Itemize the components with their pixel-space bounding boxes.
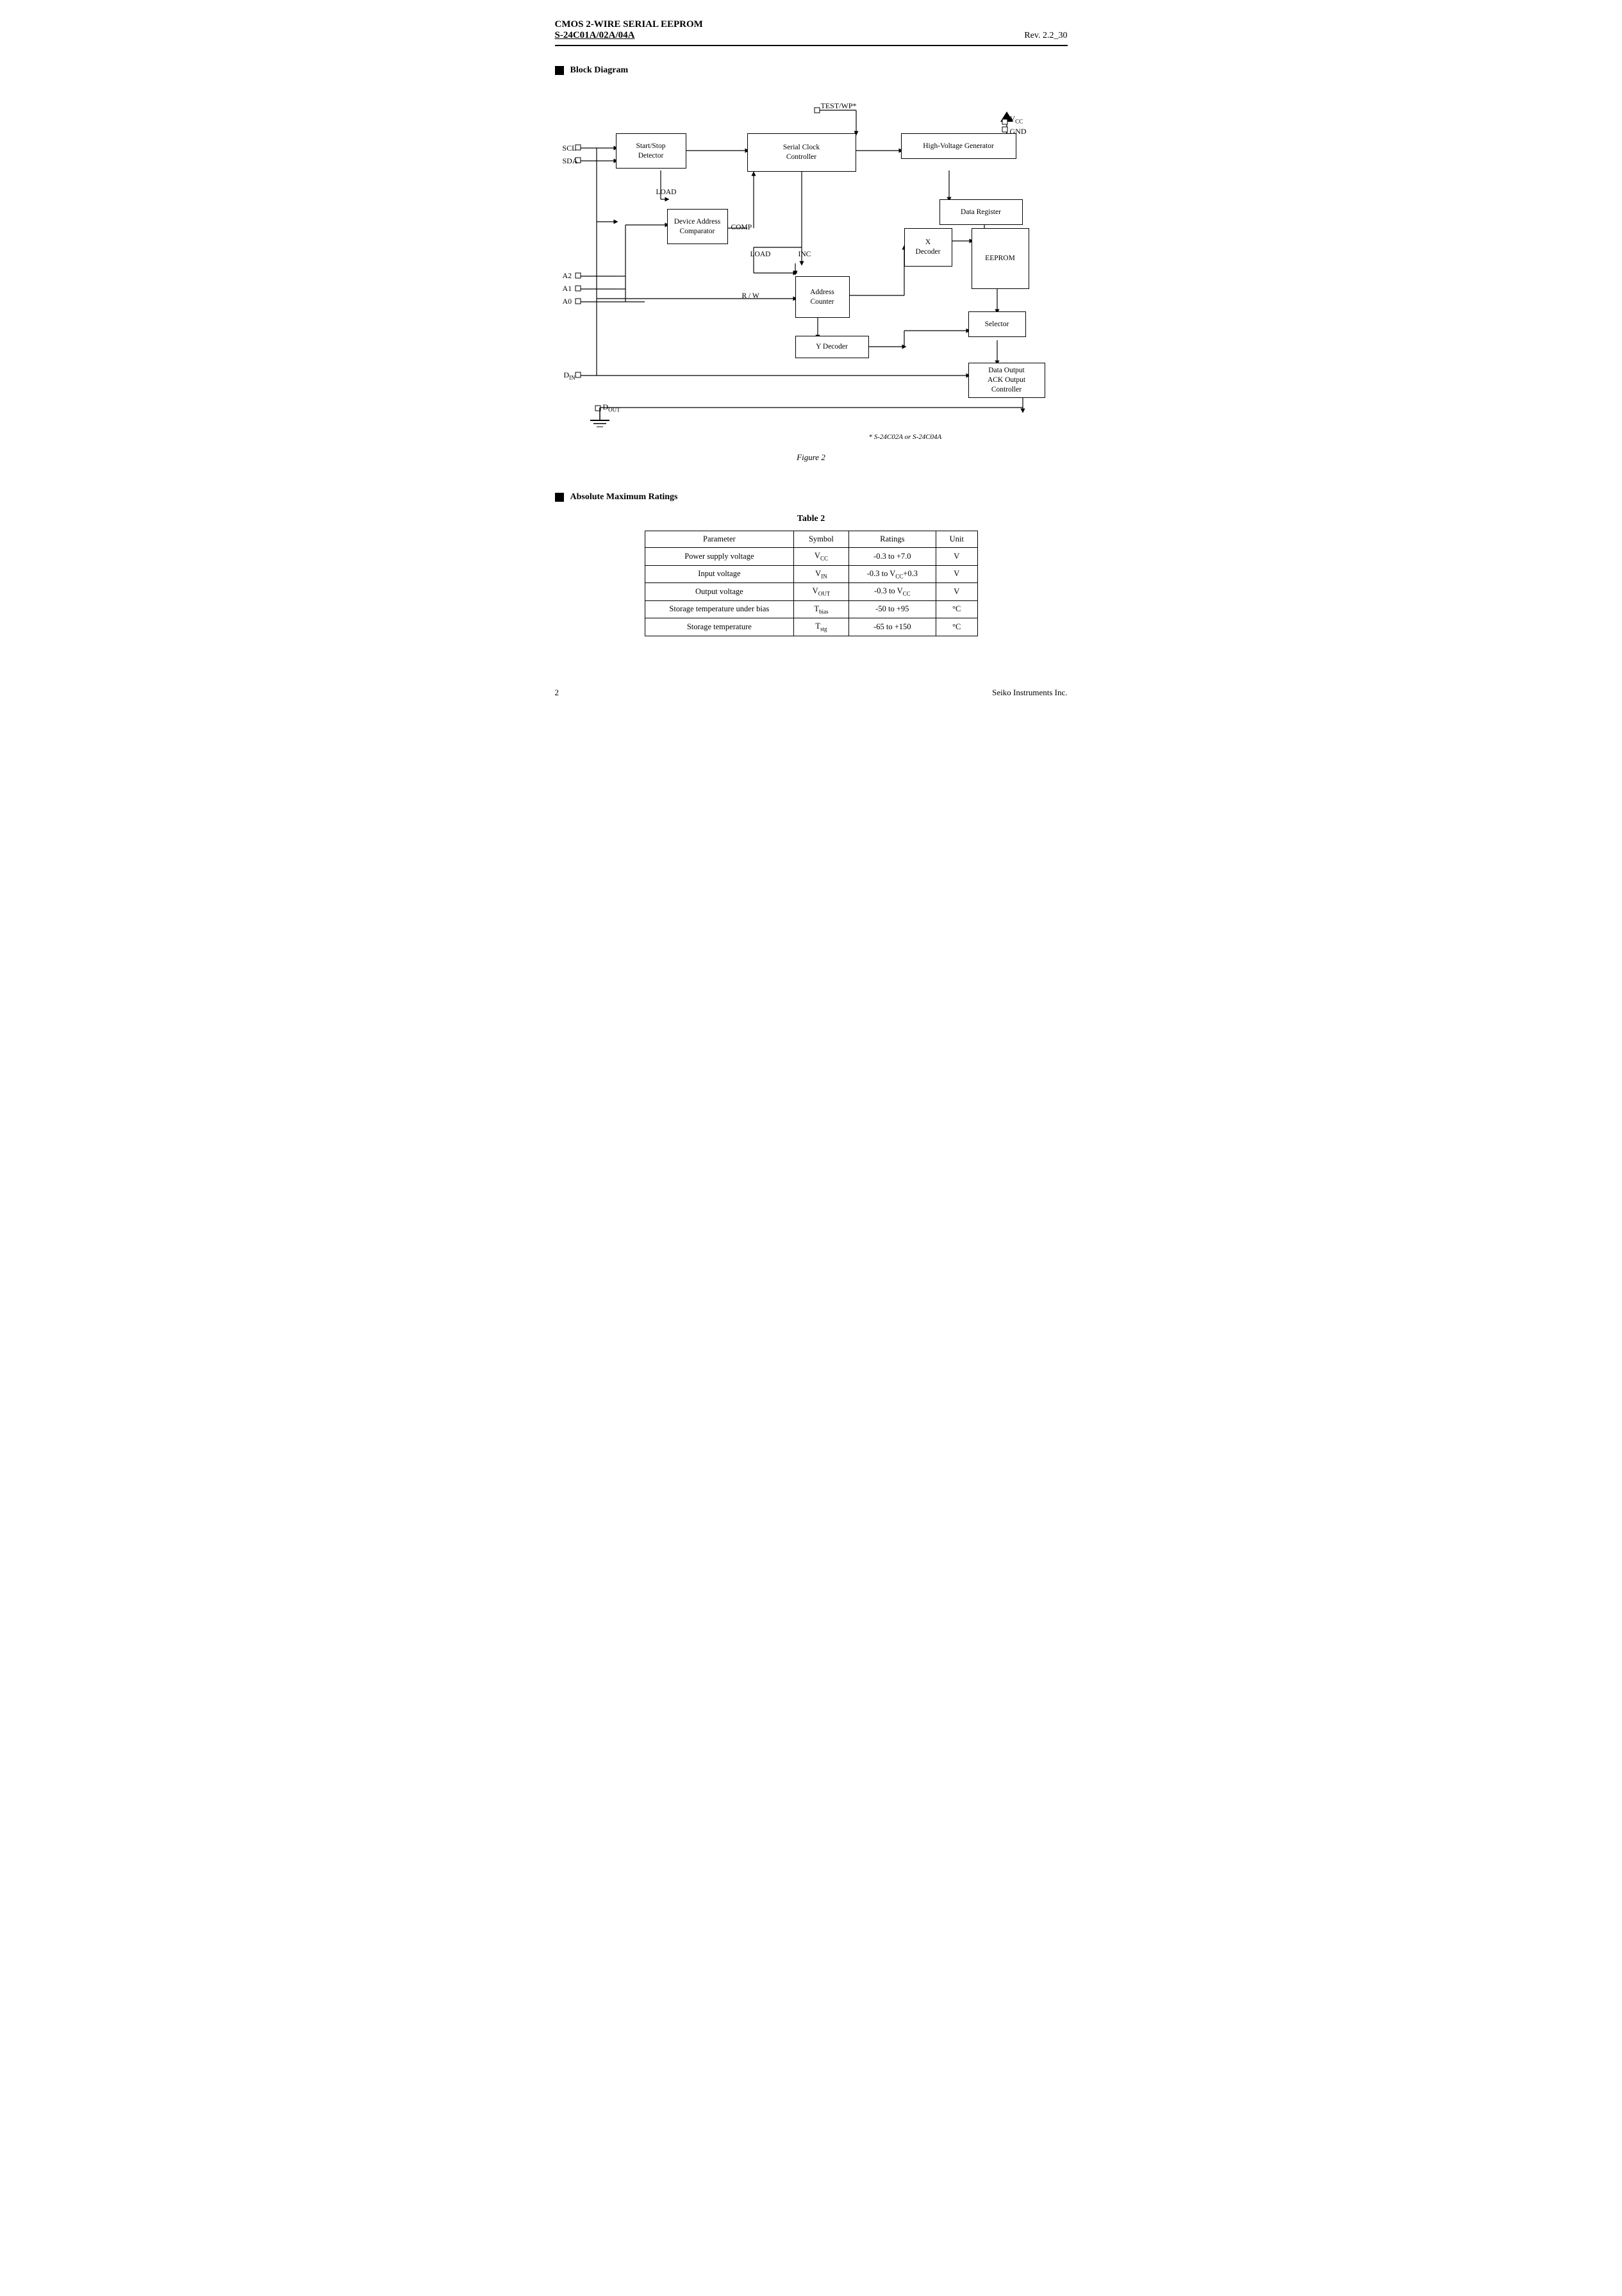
start-stop-box: Start/StopDetector (616, 133, 686, 169)
col-ratings: Ratings (848, 531, 936, 548)
footnote: * S-24C02A or S-24C04A (869, 433, 942, 441)
y-decoder-box: Y Decoder (795, 336, 869, 358)
company-name: Seiko Instruments Inc. (992, 688, 1067, 698)
a1-label: A1 (563, 284, 572, 293)
symbol-5: Tstg (794, 618, 848, 636)
a2-label: A2 (563, 271, 572, 281)
din-label: DIN (564, 370, 575, 381)
ratings-2: -0.3 to VCC+0.3 (848, 565, 936, 583)
scl-label: SCL (563, 144, 577, 153)
a0-label: A0 (563, 297, 572, 306)
inc-label: INC (799, 251, 811, 258)
symbol-3: VOUT (794, 583, 848, 601)
block-diagram: SCL SDA Start/StopDetector Serial ClockC… (561, 87, 1061, 446)
param-1: Power supply voltage (645, 548, 794, 566)
dout-label: DOUT (603, 402, 620, 413)
absolute-max-heading: Absolute Maximum Ratings (555, 492, 1068, 502)
ratings-table: Parameter Symbol Ratings Unit Power supp… (645, 531, 978, 636)
block-diagram-heading: Block Diagram (555, 65, 1068, 76)
param-2: Input voltage (645, 565, 794, 583)
page-footer: 2 Seiko Instruments Inc. (555, 688, 1068, 698)
device-addr-box: Device AddressComparator (667, 209, 728, 244)
document-title: CMOS 2-WIRE SERIAL EEPROM S-24C01A/02A/0… (555, 19, 703, 41)
title-line2: S-24C01A/02A/04A (555, 30, 703, 41)
gnd-label: GND (1010, 127, 1027, 136)
data-output-box: Data OutputACK OutputController (968, 363, 1045, 398)
page-number: 2 (555, 688, 559, 698)
title-line1: CMOS 2-WIRE SERIAL EEPROM (555, 19, 703, 30)
eeprom-box: EEPROM (972, 228, 1029, 289)
x-decoder-box: XDecoder (904, 228, 952, 267)
table-row: Output voltage VOUT -0.3 to VCC V (645, 583, 977, 601)
sda-label: SDA (563, 156, 578, 166)
symbol-4: Tbias (794, 600, 848, 618)
unit-2: V (936, 565, 977, 583)
col-symbol: Symbol (794, 531, 848, 548)
test-wp-label: TEST/WP* (821, 101, 857, 111)
ratings-5: -65 to +150 (848, 618, 936, 636)
param-4: Storage temperature under bias (645, 600, 794, 618)
comp-label: COMP (731, 224, 752, 231)
symbol-1: VCC (794, 548, 848, 566)
ratings-3: -0.3 to VCC (848, 583, 936, 601)
data-register-box: Data Register (939, 199, 1023, 225)
block-diagram-label: Block Diagram (570, 65, 629, 76)
unit-4: °C (936, 600, 977, 618)
unit-5: °C (936, 618, 977, 636)
col-parameter: Parameter (645, 531, 794, 548)
table-row: Input voltage VIN -0.3 to VCC+0.3 V (645, 565, 977, 583)
selector-box: Selector (968, 311, 1026, 337)
address-counter-box: AddressCounter (795, 276, 850, 318)
vcc-label: VCC (1010, 114, 1023, 124)
high-voltage-box: High-Voltage Generator (901, 133, 1016, 159)
table-row: Power supply voltage VCC -0.3 to +7.0 V (645, 548, 977, 566)
bullet-icon-2 (555, 493, 564, 502)
load-label-1: LOAD (656, 188, 677, 196)
figure-caption: Figure 2 (555, 452, 1068, 463)
col-unit: Unit (936, 531, 977, 548)
bullet-icon (555, 66, 564, 75)
page-header: CMOS 2-WIRE SERIAL EEPROM S-24C01A/02A/0… (555, 19, 1068, 46)
serial-clock-box: Serial ClockController (747, 133, 856, 172)
ratings-4: -50 to +95 (848, 600, 936, 618)
ratings-1: -0.3 to +7.0 (848, 548, 936, 566)
symbol-2: VIN (794, 565, 848, 583)
param-3: Output voltage (645, 583, 794, 601)
table-title: Table 2 (555, 514, 1068, 524)
table-row: Storage temperature under bias Tbias -50… (645, 600, 977, 618)
absolute-max-label: Absolute Maximum Ratings (570, 492, 678, 502)
rw-label: R / W (742, 292, 759, 300)
param-5: Storage temperature (645, 618, 794, 636)
table-row: Storage temperature Tstg -65 to +150 °C (645, 618, 977, 636)
unit-3: V (936, 583, 977, 601)
unit-1: V (936, 548, 977, 566)
revision: Rev. 2.2_30 (1024, 31, 1067, 41)
load-label-2: LOAD (750, 251, 771, 258)
